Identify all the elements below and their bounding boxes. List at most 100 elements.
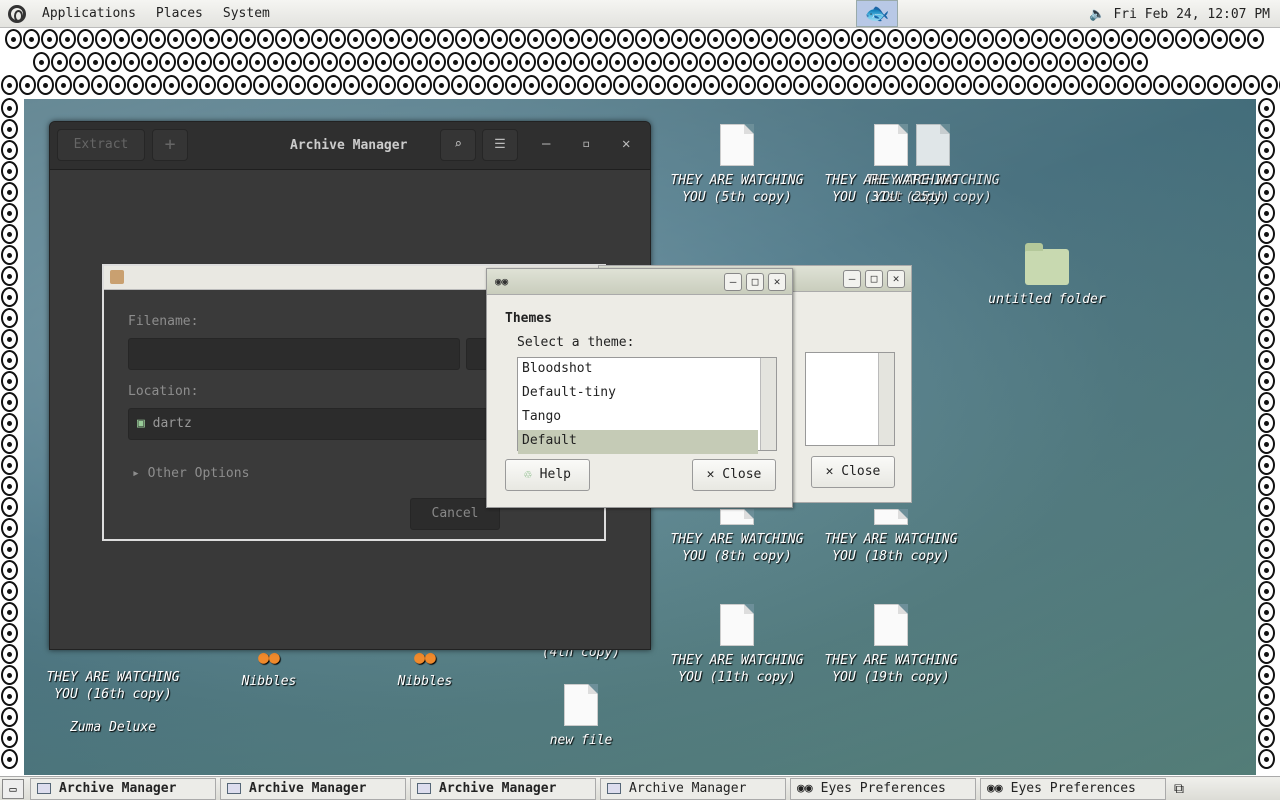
close-icon[interactable]: ✕: [622, 136, 630, 152]
select-theme-label: Select a theme:: [517, 335, 635, 350]
filename-input[interactable]: [128, 338, 460, 370]
eye-icon: [105, 52, 122, 72]
volume-icon[interactable]: 🔈: [1089, 7, 1105, 22]
eye-icon: [581, 29, 598, 49]
minimize-icon[interactable]: –: [724, 273, 742, 291]
eye-icon: [1, 539, 18, 559]
close-button[interactable]: ✕ Close: [692, 459, 776, 491]
eye-icon: [195, 52, 212, 72]
menu-system[interactable]: System: [213, 0, 280, 28]
eye-icon: [753, 52, 770, 72]
list-item-selected[interactable]: Default: [518, 430, 758, 454]
list-item[interactable]: Tango: [518, 406, 776, 430]
eye-icon: [253, 75, 270, 95]
taskbar-item[interactable]: ◉◉ Eyes Preferences: [790, 777, 976, 800]
maximize-icon[interactable]: □: [865, 270, 883, 288]
eye-icon: [901, 75, 918, 95]
eye-icon: [1258, 98, 1275, 118]
eye-icon: [523, 75, 540, 95]
close-icon[interactable]: ✕: [768, 273, 786, 291]
eye-icon: [289, 75, 306, 95]
minimize-icon[interactable]: –: [542, 136, 550, 152]
menu-applications[interactable]: Applications: [32, 0, 146, 28]
eye-icon: [249, 52, 266, 72]
desktop-icon-file[interactable]: THEY ARE WATCHING YOU (19th copy): [816, 604, 966, 686]
headerbar: Extract + Archive Manager ⌕ ☰ – ▫ ✕: [50, 122, 650, 170]
desktop-icon-file[interactable]: THEY ARE WATCHING YOU (8th copy): [662, 509, 812, 565]
taskbar-item[interactable]: Archive Manager: [220, 777, 406, 800]
scrollbar[interactable]: [878, 353, 894, 445]
help-button[interactable]: ♲ Help: [505, 459, 590, 491]
minimize-icon[interactable]: –: [843, 270, 861, 288]
desktop-icon-app[interactable]: ●● Nibbles: [350, 649, 500, 690]
eye-icon: [1139, 29, 1156, 49]
eye-icon: [1, 644, 18, 664]
eye-icon: [401, 29, 418, 49]
taskbar-item[interactable]: ◉◉ Eyes Preferences: [980, 777, 1166, 800]
desktop-icon-folder[interactable]: untitled folder: [972, 243, 1122, 308]
eye-icon: [1193, 29, 1210, 49]
eye-icon: [437, 29, 454, 49]
eyes-applet-row: [32, 52, 1280, 74]
close-icon[interactable]: ✕: [887, 270, 905, 288]
list-item[interactable]: Bloodshot: [518, 358, 776, 382]
eye-icon: [95, 29, 112, 49]
maximize-icon[interactable]: ▫: [582, 136, 590, 152]
eye-icon: [1, 434, 18, 454]
list-item[interactable]: Default-tiny: [518, 382, 776, 406]
eye-icon: [1258, 287, 1275, 307]
eye-icon: [73, 75, 90, 95]
search-button[interactable]: ⌕: [440, 129, 476, 161]
theme-list[interactable]: Bloodshot Default-tiny Tango Default: [517, 357, 777, 454]
eye-icon: [757, 75, 774, 95]
eye-icon: [1113, 52, 1130, 72]
close-button[interactable]: ✕ Close: [811, 456, 895, 488]
eye-icon: [145, 75, 162, 95]
eye-icon: [1, 518, 18, 538]
desktop-icon-file[interactable]: THEY ARE WATCHING YOU (18th copy): [816, 509, 966, 565]
eye-icon: [1, 497, 18, 517]
eye-icon: [815, 29, 832, 49]
desktop-icon-file[interactable]: THEY ARE WATCHING YOU (11th copy): [662, 604, 812, 686]
scrollbar[interactable]: [760, 358, 776, 450]
eye-icon: [825, 52, 842, 72]
theme-list[interactable]: [805, 352, 895, 446]
eye-icon: [271, 75, 288, 95]
eye-icon: [1258, 266, 1275, 286]
eye-icon: [663, 52, 680, 72]
add-button[interactable]: +: [152, 129, 188, 161]
other-options-expander[interactable]: ▸ Other Options: [132, 466, 249, 481]
menu-places[interactable]: Places: [146, 0, 213, 28]
desktop-icon-file[interactable]: THEY ARE WATCHING YOU (5th copy): [662, 124, 812, 206]
taskbar-item[interactable]: Archive Manager: [410, 777, 596, 800]
desktop-icon-file[interactable]: new file: [506, 684, 656, 749]
show-desktop-icon[interactable]: ▭: [2, 778, 24, 799]
maximize-icon[interactable]: □: [746, 273, 764, 291]
taskbar-item[interactable]: Archive Manager: [600, 777, 786, 800]
desktop-icon-app[interactable]: ●● Nibbles: [194, 649, 344, 690]
eye-icon: [23, 29, 40, 49]
eye-icon: [221, 29, 238, 49]
eye-icon: [519, 52, 536, 72]
eye-icon: [1258, 119, 1275, 139]
eye-icon: [411, 52, 428, 72]
window-icon: [37, 783, 51, 794]
menu-button[interactable]: ☰: [482, 129, 518, 161]
eye-icon: [1, 686, 18, 706]
fish-applet-icon[interactable]: 🐟: [856, 0, 898, 27]
eye-icon: [685, 75, 702, 95]
desktop-icon-file[interactable]: THEY ARE WATCHING YOU (16th copy): [38, 669, 188, 703]
workspace-switcher-icon[interactable]: ⧉: [1174, 781, 1184, 797]
eye-icon: [1258, 224, 1275, 244]
clock[interactable]: Fri Feb 24, 12:07 PM: [1113, 7, 1270, 22]
eye-icon: [231, 52, 248, 72]
taskbar-item[interactable]: Archive Manager: [30, 777, 216, 800]
document-icon: [916, 124, 950, 166]
desktop-icon-app[interactable]: Zuma Deluxe: [38, 719, 188, 736]
location-chooser[interactable]: ▣ dartz: [128, 408, 500, 440]
eye-icon: [1258, 665, 1275, 685]
desktop-icon-file[interactable]: THEY ARE WATCHING YOU (25th copy): [858, 124, 1008, 206]
gnome-foot-icon[interactable]: [8, 4, 26, 23]
extract-button[interactable]: Extract: [57, 129, 145, 161]
eye-icon: [1211, 29, 1228, 49]
